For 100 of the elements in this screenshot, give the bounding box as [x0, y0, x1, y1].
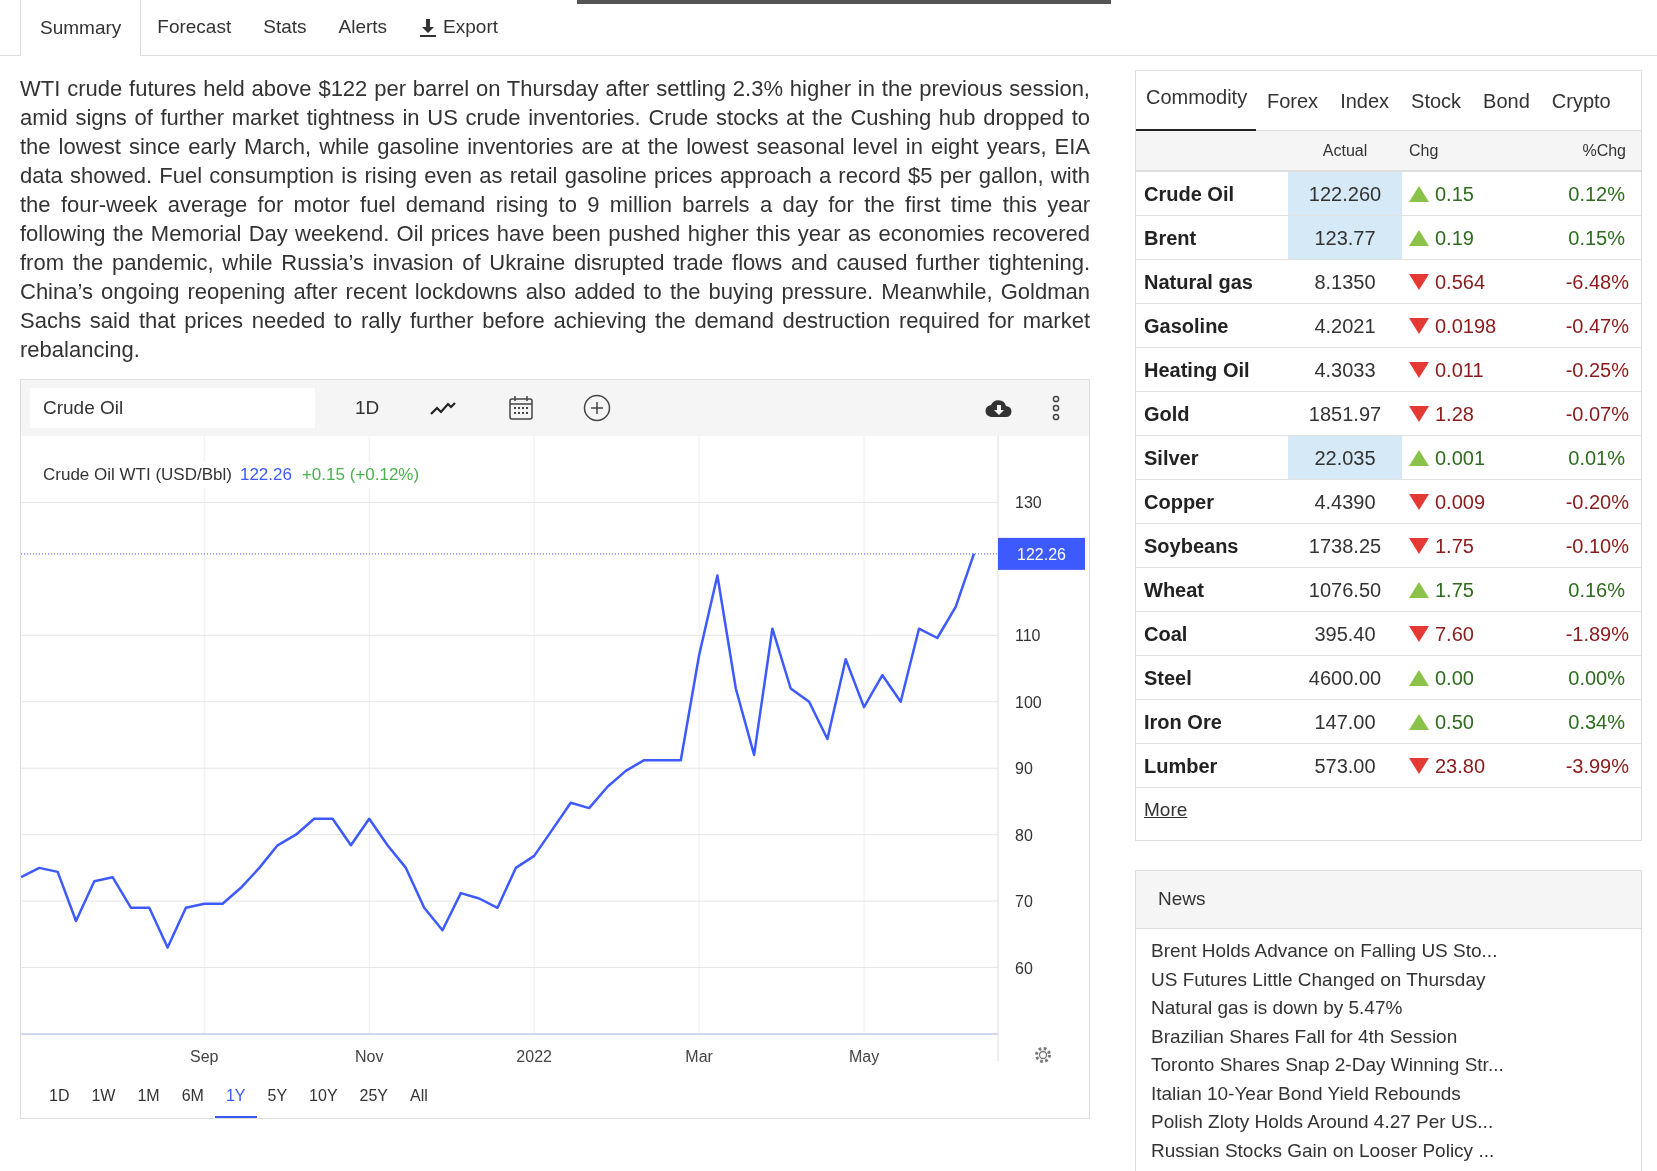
- percent-change: -0.07%: [1564, 401, 1629, 427]
- news-link[interactable]: Brazilian Shares Fall for 4th Session: [1151, 1022, 1458, 1051]
- actual-value: 1851.97: [1307, 401, 1383, 427]
- news-link[interactable]: Natural gas is down by 5.47%: [1151, 994, 1403, 1023]
- percent-change: -3.99%: [1564, 753, 1629, 779]
- range-button[interactable]: 1Y: [214, 1076, 257, 1118]
- percent-change: 0.15%: [1567, 225, 1626, 251]
- interval-button[interactable]: 1D: [353, 393, 382, 423]
- x-axis-label: May: [848, 1048, 880, 1065]
- market-tab[interactable]: Forex: [1256, 71, 1330, 131]
- change-value: 0.15: [1435, 181, 1474, 207]
- cloud-download-icon[interactable]: [985, 398, 1013, 418]
- commodity-name[interactable]: Copper: [1136, 486, 1288, 517]
- last-price-label: 122.26: [1017, 545, 1066, 563]
- percent-change: -6.48%: [1564, 269, 1629, 295]
- range-button[interactable]: 1W: [80, 1076, 127, 1118]
- commodity-name[interactable]: Lumber: [1136, 750, 1288, 781]
- y-axis-label: 100: [1015, 693, 1042, 711]
- actual-value: 4.3033: [1313, 357, 1377, 383]
- news-link[interactable]: US Futures Little Changed on Thursday: [1151, 965, 1486, 994]
- actual-value: 1076.50: [1307, 577, 1383, 603]
- y-axis-label: 90: [1015, 760, 1033, 778]
- calendar-icon[interactable]: [508, 395, 535, 421]
- range-button[interactable]: 6M: [170, 1076, 215, 1118]
- actual-value: 4.4390: [1313, 489, 1377, 515]
- percent-change: -0.47%: [1564, 313, 1629, 339]
- commodity-name[interactable]: Steel: [1136, 662, 1288, 693]
- news-link[interactable]: Russian Stocks Gain on Looser Policy ...: [1151, 1136, 1495, 1165]
- legend-change: +0.15 (+0.12%): [301, 464, 420, 486]
- line-chart-icon[interactable]: [430, 400, 457, 416]
- x-axis-label: Nov: [355, 1048, 384, 1065]
- change-value: 0.19: [1435, 225, 1474, 251]
- news-link[interactable]: Brent Holds Advance on Falling US Sto...: [1151, 937, 1498, 966]
- change-value: 23.80: [1435, 753, 1486, 779]
- actual-value: 8.1350: [1313, 269, 1377, 295]
- nav-tab[interactable]: Forecast: [141, 0, 248, 55]
- news-link[interactable]: Polish Zloty Holds Around 4.27 Per US...: [1151, 1108, 1494, 1137]
- change-value: 1.75: [1435, 577, 1474, 603]
- actual-value: 122.260: [1288, 172, 1402, 215]
- change-value: 0.0198: [1435, 313, 1497, 339]
- commodity-name[interactable]: Heating Oil: [1136, 354, 1288, 385]
- change-value: 0.564: [1435, 269, 1486, 295]
- download-icon: [419, 17, 438, 38]
- more-vertical-icon[interactable]: [1051, 395, 1061, 421]
- settings-icon[interactable]: [1035, 1047, 1051, 1063]
- commodity-name[interactable]: Silver: [1136, 442, 1288, 473]
- actual-value: 123.77: [1288, 216, 1402, 259]
- nav-tab[interactable]: Summary: [20, 0, 142, 56]
- range-button[interactable]: 5Y: [256, 1076, 299, 1118]
- change-value: 0.00: [1435, 665, 1474, 691]
- range-button[interactable]: 1D: [38, 1076, 81, 1118]
- market-tab[interactable]: Crypto: [1540, 71, 1622, 131]
- y-axis-label: 60: [1015, 959, 1033, 977]
- news-link[interactable]: Italian 10-Year Bond Yield Rebounds: [1151, 1079, 1461, 1108]
- commodity-name[interactable]: Natural gas: [1136, 266, 1288, 297]
- actual-value: 395.40: [1313, 621, 1377, 647]
- x-axis-label: Sep: [190, 1048, 219, 1065]
- y-axis-label: 80: [1015, 826, 1033, 844]
- commodity-name[interactable]: Soybeans: [1136, 530, 1288, 561]
- column-header: Actual: [1321, 140, 1369, 161]
- market-tab[interactable]: Bond: [1472, 71, 1541, 131]
- percent-change: 0.16%: [1567, 577, 1626, 603]
- actual-value: 147.00: [1313, 709, 1377, 735]
- change-value: 0.001: [1435, 445, 1486, 471]
- range-button[interactable]: 1M: [126, 1076, 171, 1118]
- y-axis-label: 70: [1015, 893, 1033, 911]
- percent-change: -0.20%: [1564, 489, 1629, 515]
- range-button[interactable]: All: [399, 1076, 439, 1118]
- commodity-name[interactable]: Wheat: [1136, 574, 1288, 605]
- change-value: 0.009: [1435, 489, 1486, 515]
- percent-change: 0.01%: [1567, 445, 1626, 471]
- x-axis-label: 2022: [516, 1048, 552, 1065]
- percent-change: 0.34%: [1567, 709, 1626, 735]
- range-button[interactable]: 10Y: [298, 1076, 349, 1118]
- add-circle-icon[interactable]: [583, 394, 612, 422]
- percent-change: -0.10%: [1564, 533, 1629, 559]
- percent-change: 0.12%: [1567, 181, 1626, 207]
- commodity-name[interactable]: Crude Oil: [1136, 178, 1288, 209]
- commodity-name[interactable]: Brent: [1136, 222, 1288, 253]
- change-value: 1.75: [1435, 533, 1474, 559]
- symbol-field[interactable]: Crude Oil: [30, 388, 315, 428]
- market-tab[interactable]: Index: [1329, 71, 1401, 131]
- y-axis-label: 110: [1015, 627, 1041, 645]
- commodity-name[interactable]: Gold: [1136, 398, 1288, 429]
- nav-tab[interactable]: Export: [403, 0, 515, 55]
- change-value: 1.28: [1435, 401, 1474, 427]
- news-title: News: [1158, 887, 1206, 912]
- commodity-name[interactable]: Coal: [1136, 618, 1288, 649]
- news-link[interactable]: Toronto Shares Snap 2-Day Winning Str...: [1151, 1051, 1504, 1080]
- actual-value: 22.035: [1288, 436, 1402, 479]
- commodity-name[interactable]: Iron Ore: [1136, 706, 1288, 737]
- nav-tab[interactable]: Alerts: [322, 0, 404, 55]
- commodity-name[interactable]: Gasoline: [1136, 310, 1288, 341]
- range-button[interactable]: 25Y: [348, 1076, 399, 1118]
- column-header: %Chg: [1581, 140, 1626, 161]
- y-axis-label: 130: [1015, 494, 1042, 512]
- market-tab[interactable]: Stock: [1400, 71, 1473, 131]
- more-link[interactable]: More: [1144, 796, 1188, 825]
- percent-change: 0.00%: [1567, 665, 1626, 691]
- nav-tab[interactable]: Stats: [247, 0, 323, 55]
